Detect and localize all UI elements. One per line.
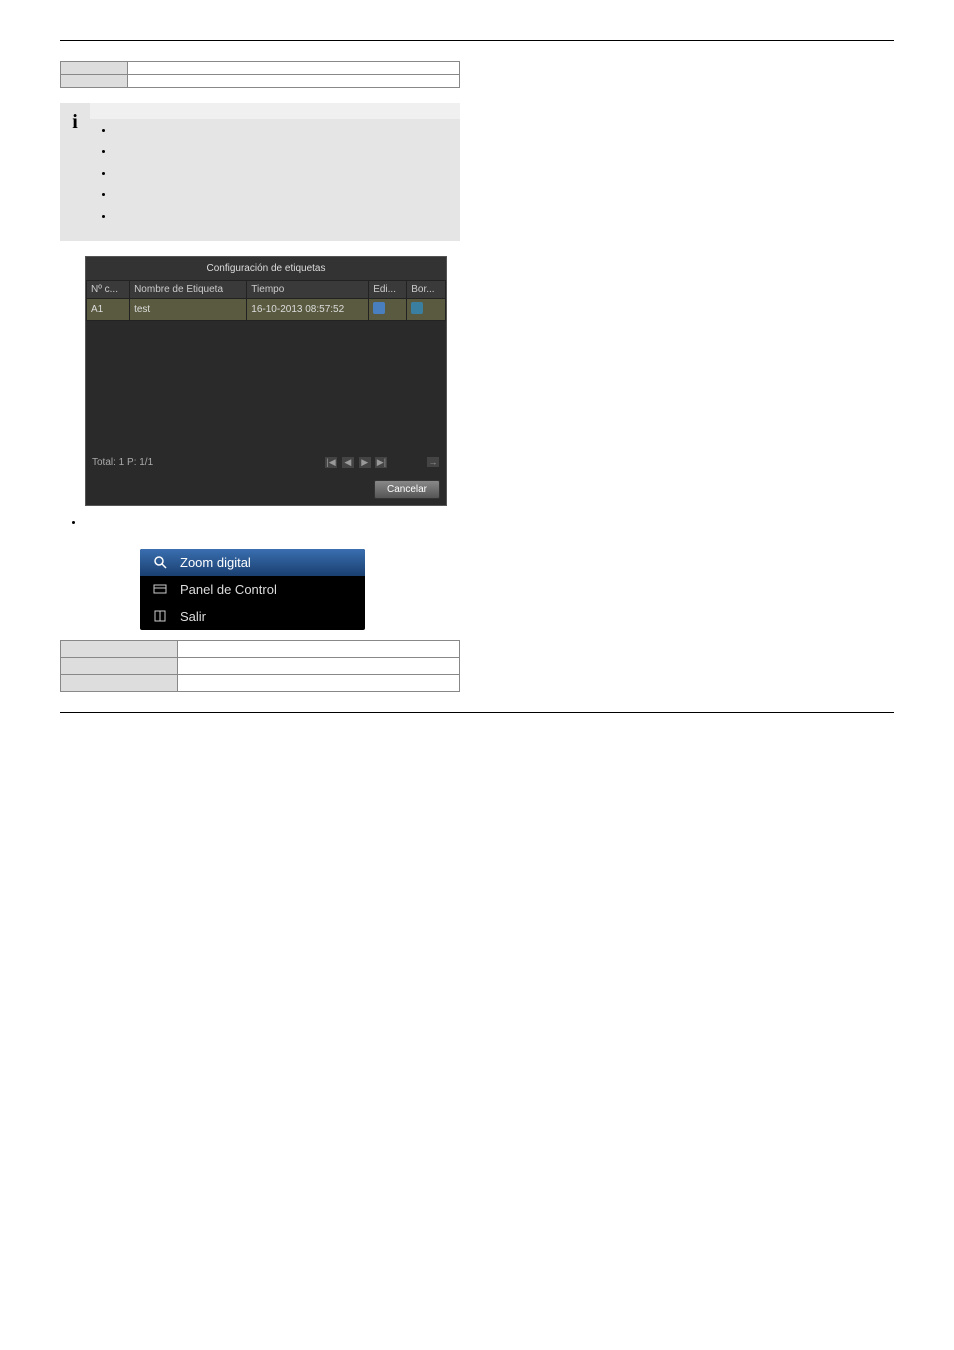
tag-col-num[interactable]: Nº c... <box>87 280 130 298</box>
context-desc-table <box>60 640 460 692</box>
top-horizontal-rule <box>60 40 894 41</box>
tag-col-delete[interactable]: Bor... <box>407 280 446 298</box>
cancel-button[interactable]: Cancelar <box>374 480 440 499</box>
tag-table: Nº c... Nombre de Etiqueta Tiempo Edi...… <box>86 280 446 321</box>
context-desc-3-2 <box>178 674 460 691</box>
page-first-button[interactable]: |◀ <box>325 457 337 468</box>
note-bullet <box>115 167 455 182</box>
top-table-cell-2-2 <box>128 75 460 88</box>
note-bullet-list <box>90 119 460 241</box>
tag-row-num: A1 <box>87 298 130 320</box>
tag-col-name[interactable]: Nombre de Etiqueta <box>130 280 247 298</box>
context-desc-1-2 <box>178 640 460 657</box>
info-icon: i <box>60 103 90 241</box>
tag-row-delete[interactable] <box>407 298 446 320</box>
page-prev-button[interactable]: ◀ <box>342 457 354 468</box>
tag-total-label: Total: 1 P: 1/1 <box>92 457 153 468</box>
page-next-button[interactable]: ▶ <box>359 457 371 468</box>
bottom-horizontal-rule <box>60 712 894 713</box>
context-item-label: Salir <box>180 609 206 624</box>
tag-row-time: 16-10-2013 08:57:52 <box>247 298 369 320</box>
outer-bullet <box>85 517 894 529</box>
top-table-cell-2-1 <box>61 75 128 88</box>
zoom-icon <box>150 555 170 569</box>
tag-col-edit[interactable]: Edi... <box>369 280 407 298</box>
control-panel-icon <box>150 582 170 596</box>
note-bullet <box>115 145 455 160</box>
top-table <box>60 61 460 88</box>
tag-footer: Total: 1 P: 1/1 |◀ ◀ ▶ ▶| → <box>86 451 446 474</box>
context-desc-2-2 <box>178 657 460 674</box>
tag-config-window: Configuración de etiquetas Nº c... Nombr… <box>85 256 447 506</box>
context-menu: Zoom digital Panel de Control Salir <box>140 549 365 630</box>
page-go-button[interactable]: → <box>427 457 439 467</box>
tag-row[interactable]: A1 test 16-10-2013 08:57:52 <box>87 298 446 320</box>
top-table-cell-1-1 <box>61 62 128 75</box>
note-bullet <box>115 188 455 203</box>
edit-icon[interactable] <box>373 302 385 314</box>
note-header <box>90 103 460 119</box>
context-item-zoom[interactable]: Zoom digital <box>140 549 365 576</box>
outer-bullet-list <box>60 517 894 529</box>
context-item-panel[interactable]: Panel de Control <box>140 576 365 603</box>
delete-icon[interactable] <box>411 302 423 314</box>
tag-row-edit[interactable] <box>369 298 407 320</box>
note-bullet <box>115 124 455 139</box>
top-table-cell-1-2 <box>128 62 460 75</box>
page-last-button[interactable]: ▶| <box>375 457 387 468</box>
context-desc-1-1 <box>61 640 178 657</box>
tag-empty-area <box>86 321 446 451</box>
tag-col-time[interactable]: Tiempo <box>247 280 369 298</box>
context-item-label: Zoom digital <box>180 555 251 570</box>
tag-window-title: Configuración de etiquetas <box>86 257 446 280</box>
context-desc-3-1 <box>61 674 178 691</box>
context-item-label: Panel de Control <box>180 582 277 597</box>
note-bullet <box>115 210 455 225</box>
tag-row-name: test <box>130 298 247 320</box>
context-item-exit[interactable]: Salir <box>140 603 365 630</box>
exit-icon <box>150 609 170 623</box>
tag-paging: |◀ ◀ ▶ ▶| → <box>324 457 440 468</box>
context-desc-2-1 <box>61 657 178 674</box>
info-note: i <box>60 103 460 241</box>
